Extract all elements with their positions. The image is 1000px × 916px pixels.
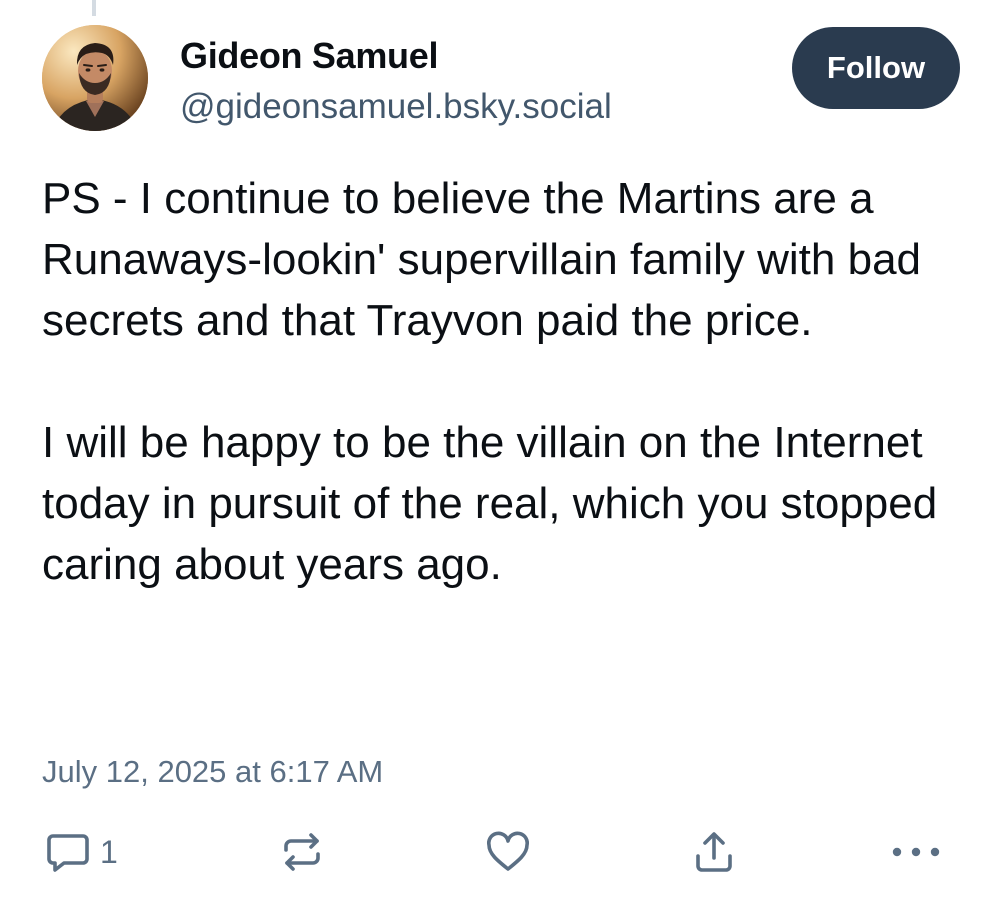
- post-body: PS - I continue to believe the Martins a…: [42, 168, 977, 595]
- post-timestamp[interactable]: July 12, 2025 at 6:17 AM: [42, 752, 383, 792]
- heart-icon: [484, 828, 532, 876]
- repost-button[interactable]: [278, 828, 326, 876]
- author-info[interactable]: Gideon Samuel @gideonsamuel.bsky.social: [180, 34, 612, 130]
- more-options-button[interactable]: [888, 828, 944, 876]
- reply-count: 1: [100, 834, 118, 870]
- reply-bubble-icon: [44, 828, 92, 876]
- avatar-portrait-icon: [42, 25, 148, 131]
- author-handle[interactable]: @gideonsamuel.bsky.social: [180, 84, 612, 130]
- share-button[interactable]: [690, 828, 738, 876]
- author-display-name[interactable]: Gideon Samuel: [180, 34, 612, 78]
- follow-button[interactable]: Follow: [792, 27, 960, 109]
- post-paragraph: I will be happy to be the villain on the…: [42, 418, 938, 589]
- author-avatar[interactable]: [42, 25, 148, 131]
- more-dots-icon: [888, 828, 944, 876]
- share-icon: [690, 828, 738, 876]
- reply-button[interactable]: 1: [44, 828, 118, 876]
- repost-icon: [278, 828, 326, 876]
- post-actions-bar: 1: [0, 818, 1000, 888]
- post-paragraph: PS - I continue to believe the Martins a…: [42, 174, 922, 345]
- thread-connector-line: [92, 0, 96, 16]
- like-button[interactable]: [484, 828, 532, 876]
